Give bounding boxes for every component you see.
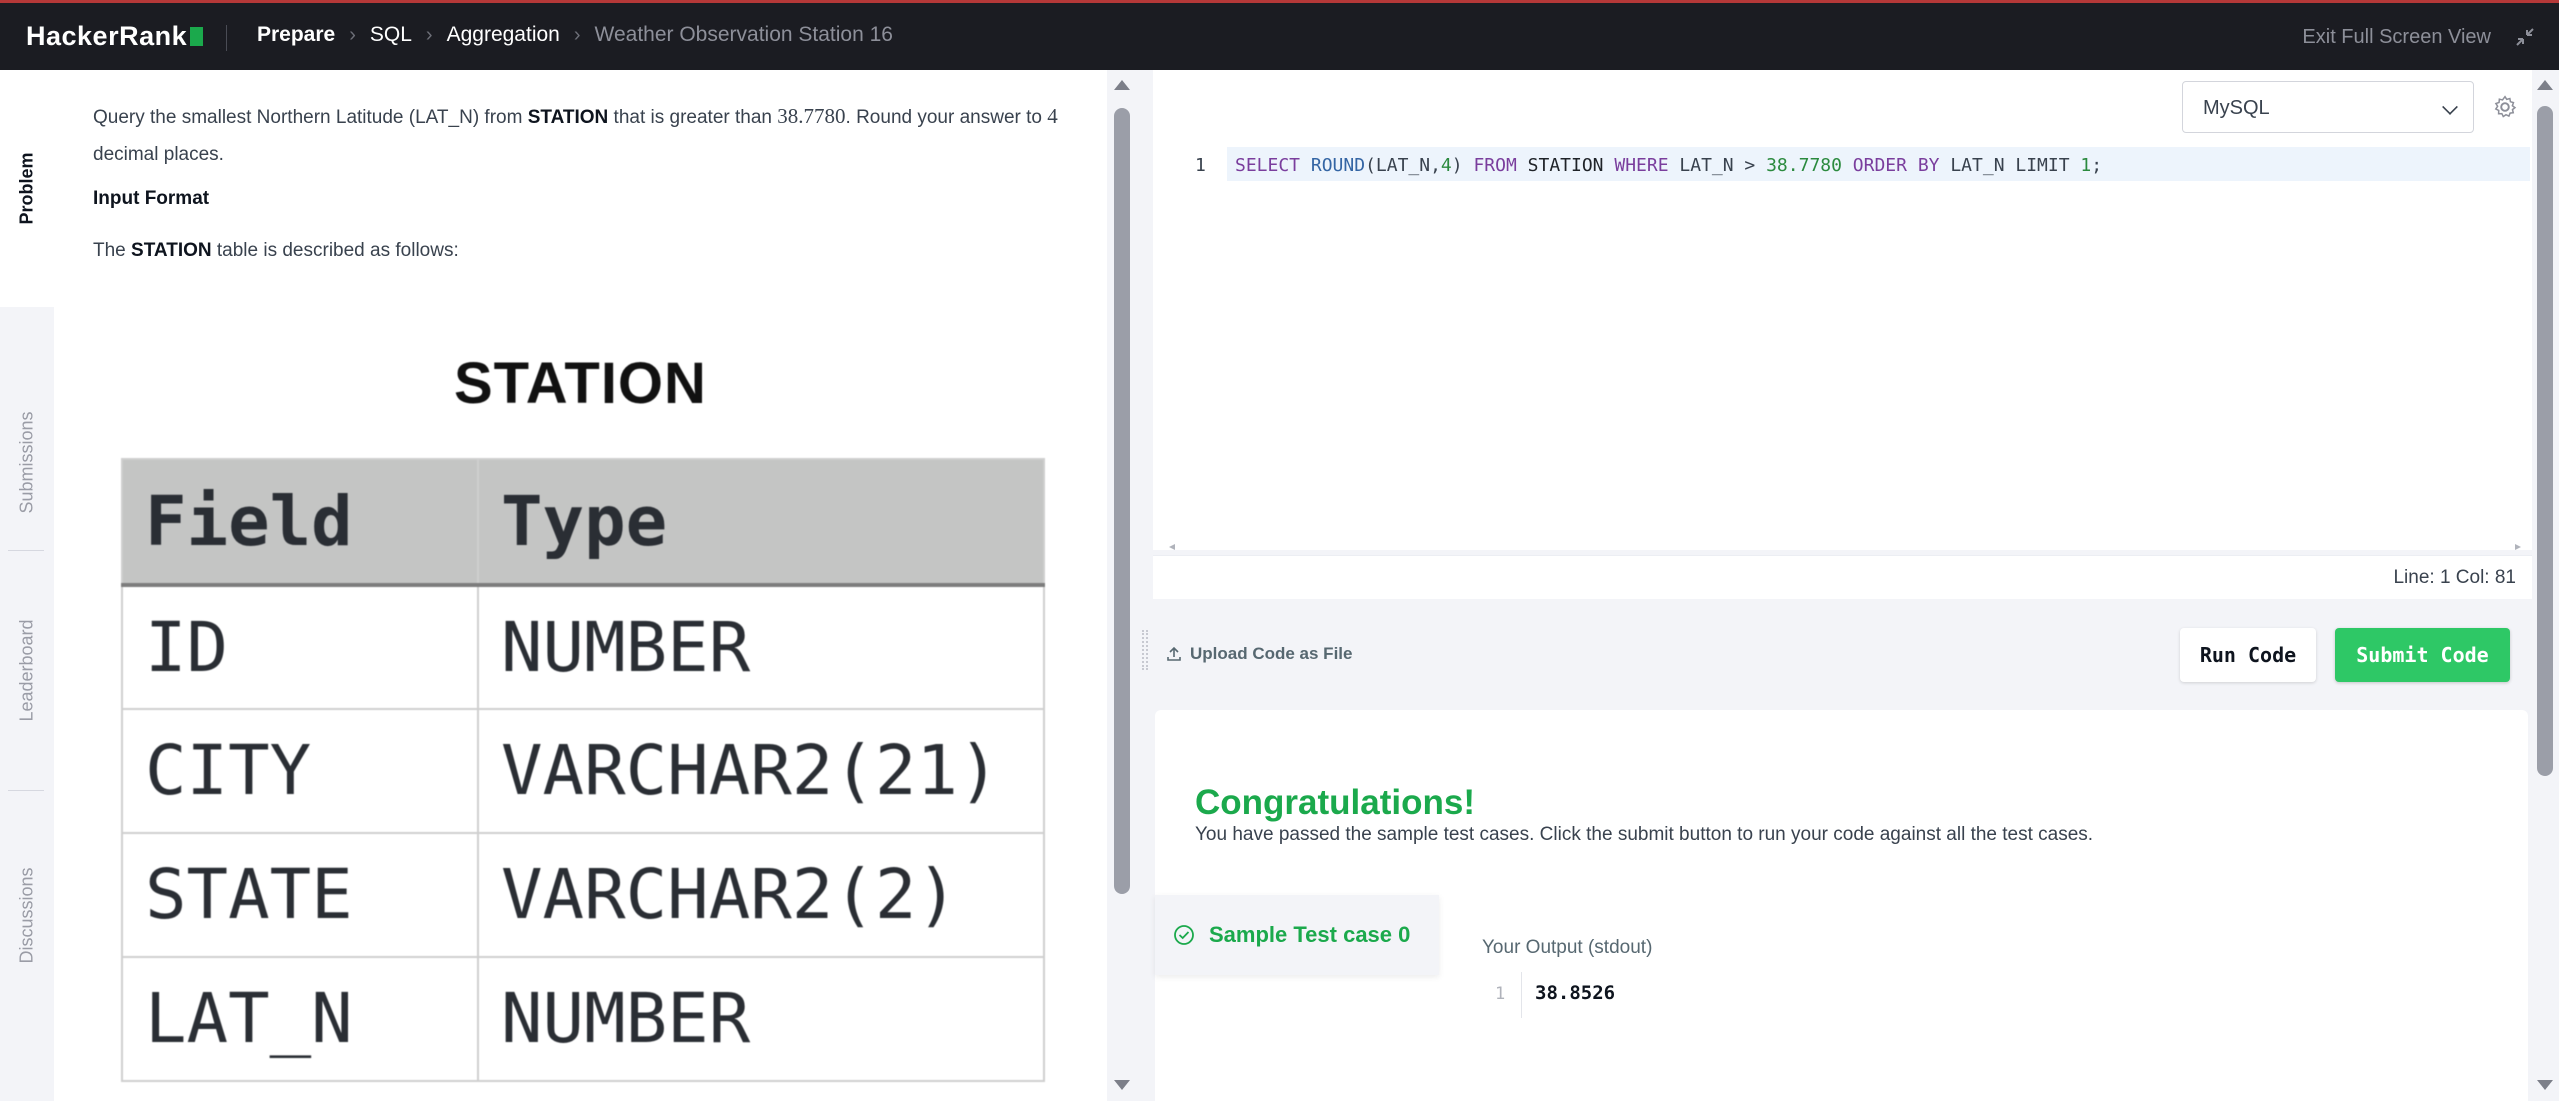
run-code-button[interactable]: Run Code — [2180, 628, 2316, 682]
left-nav: Problem Submissions Leaderboard Discussi… — [0, 70, 54, 1101]
result-title: Congratulations! — [1195, 783, 1475, 822]
code-content[interactable]: SELECT ROUND(LAT_N,4) FROM STATION WHERE… — [1235, 155, 2102, 176]
table-cell: ID — [121, 584, 479, 710]
problem-statement-panel: Query the smallest Northern Latitude (LA… — [54, 70, 1107, 1101]
input-format-heading: Input Format — [93, 188, 210, 209]
logo-text: HackerRank — [26, 21, 188, 51]
test-case-label: Sample Test case 0 — [1209, 922, 1411, 947]
table-cell: LAT_N — [121, 956, 479, 1082]
scrollbar-thumb[interactable] — [2537, 106, 2553, 776]
tab-leaderboard[interactable]: Leaderboard — [0, 550, 54, 790]
result-subtitle: You have passed the sample test cases. C… — [1195, 824, 2094, 845]
table-row: LAT_N NUMBER — [121, 956, 1045, 1082]
tab-problem-label: Problem — [16, 152, 37, 225]
language-select-value: MySQL — [2203, 97, 2270, 119]
scroll-down-arrow-icon[interactable] — [1114, 1080, 1130, 1090]
breadcrumb-aggregation[interactable]: Aggregation — [447, 23, 560, 47]
tab-sample-test-case-0[interactable]: Sample Test case 0 — [1155, 895, 1439, 975]
output-gutter-divider — [1521, 972, 1522, 1018]
tab-submissions-label: Submissions — [16, 410, 37, 514]
table-cell: CITY — [121, 708, 479, 834]
table-cell: NUMBER — [477, 956, 1045, 1082]
output-line-number: 1 — [1495, 984, 1506, 1004]
language-select[interactable]: MySQL — [2182, 81, 2474, 133]
right-panel-scrollbar[interactable] — [2532, 70, 2559, 1101]
problem-scrollbar[interactable] — [1107, 70, 1137, 1101]
drag-grip-icon[interactable] — [1142, 630, 1148, 670]
upload-icon — [1167, 646, 1181, 661]
scrollbar-thumb[interactable] — [1114, 108, 1130, 894]
tab-discussions[interactable]: Discussions — [0, 790, 54, 1040]
panel-resize-handle[interactable] — [1137, 70, 1153, 1101]
output-label: Your Output (stdout) — [1482, 937, 1653, 958]
results-panel: Congratulations! You have passed the sam… — [1155, 710, 2528, 1101]
upload-code-button[interactable]: Upload Code as File — [1166, 644, 1352, 664]
code-editor[interactable] — [1153, 70, 2532, 550]
chevron-right-icon: › — [573, 23, 581, 46]
gear-icon[interactable] — [2492, 94, 2518, 120]
table-cell: VARCHAR2(2) — [477, 832, 1045, 958]
scroll-down-arrow-icon[interactable] — [2537, 1080, 2553, 1090]
table-cell: VARCHAR2(21) — [477, 708, 1045, 834]
hackerrank-logo[interactable]: HackerRank — [26, 21, 204, 52]
scroll-up-arrow-icon[interactable] — [2537, 80, 2553, 90]
chevron-right-icon: › — [349, 23, 356, 46]
table-cell: NUMBER — [477, 584, 1045, 710]
output-value: 38.8526 — [1535, 982, 1616, 1004]
breadcrumb-prepare[interactable]: Prepare — [257, 23, 335, 47]
station-schema-table: Field Type ID NUMBER CITY VARCHAR2(21) S… — [121, 458, 1045, 1082]
check-circle-icon — [1174, 925, 1194, 945]
breadcrumb: Prepare › SQL › Aggregation › Weather Ob… — [257, 23, 893, 47]
cursor-position: Line: 1 Col: 81 — [2393, 567, 2516, 588]
chevron-right-icon: › — [425, 23, 433, 46]
editor-actions-bar: Upload Code as File — [1153, 600, 2532, 710]
editor-status-bar: Line: 1 Col: 81 — [1153, 555, 2532, 599]
table-row: CITY VARCHAR2(21) — [121, 708, 1045, 834]
code-line-number: 1 — [1195, 155, 1206, 176]
table-row: STATE VARCHAR2(2) — [121, 832, 1045, 958]
exit-full-screen-link[interactable]: Exit Full Screen View — [2302, 26, 2491, 49]
chevron-down-icon — [2442, 99, 2458, 115]
tab-leaderboard-label: Leaderboard — [16, 618, 37, 722]
submit-code-button[interactable]: Submit Code — [2335, 628, 2510, 682]
table-cell: STATE — [121, 832, 479, 958]
table-header-type: Type — [477, 458, 1045, 587]
breadcrumb-sql[interactable]: SQL — [370, 23, 412, 47]
table-row: ID NUMBER — [121, 584, 1045, 710]
editor-horizontal-scrollbar[interactable] — [1165, 543, 2525, 551]
problem-description: Query the smallest Northern Latitude (LA… — [93, 104, 1058, 165]
exit-fullscreen-icon[interactable] — [2513, 25, 2537, 49]
breadcrumb-current-challenge: Weather Observation Station 16 — [594, 23, 893, 46]
logo-square-icon — [190, 27, 204, 46]
table-header-field: Field — [121, 458, 479, 587]
scroll-up-arrow-icon[interactable] — [1114, 80, 1130, 90]
tab-discussions-label: Discussions — [16, 866, 37, 964]
tab-problem[interactable]: Problem — [0, 70, 54, 307]
header-divider — [226, 25, 227, 51]
station-description: The STATION table is described as follow… — [93, 240, 459, 261]
station-table-title: STATION — [454, 351, 707, 416]
upload-code-label: Upload Code as File — [1190, 644, 1353, 663]
table-header-row: Field Type — [121, 458, 1045, 587]
top-bar: HackerRank Prepare › SQL › Aggregation ›… — [0, 0, 2559, 70]
